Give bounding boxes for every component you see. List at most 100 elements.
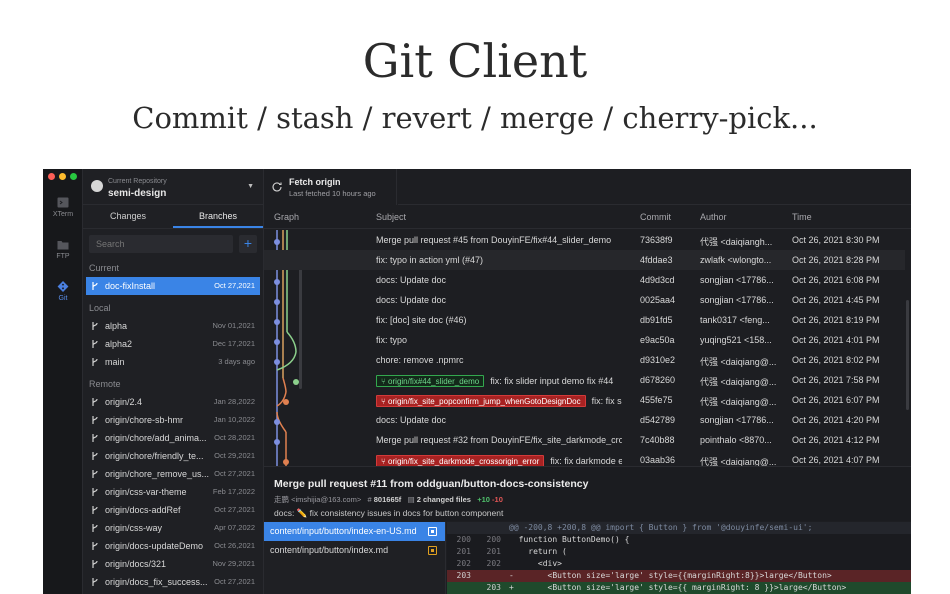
commit-subject: chore: remove .npmrc — [376, 355, 464, 365]
branch-name: origin/chore-sb-hmr — [105, 415, 184, 425]
diff-line: 203 + <Button size='large' style={{ margi… — [447, 582, 911, 594]
commit-hash: d9310e2 — [640, 355, 676, 365]
repository-selector[interactable]: Current Repository semi-design ▼ — [83, 169, 263, 205]
commit-row[interactable]: Merge pull request #45 from DouyinFE/fix… — [264, 230, 905, 250]
branch-tag[interactable]: ⑂ origin/fix_site_darkmode_crossorigin_e… — [376, 455, 545, 466]
window-controls — [48, 173, 77, 180]
commit-time: Oct 26, 2021 7:58 PM — [792, 375, 880, 385]
branch-icon — [92, 470, 98, 478]
branch-name: alpha — [105, 321, 128, 331]
branch-icon — [92, 578, 98, 586]
diff-text: + <Button size='large' style={{ marginRi… — [509, 583, 847, 592]
tab-branches[interactable]: Branches — [173, 205, 263, 228]
commit-author: songjian <17786... — [700, 275, 774, 285]
branch-item[interactable]: origin/docs-updateDemo Oct 26,2021 — [83, 537, 263, 555]
additions-count: +10 — [477, 495, 490, 504]
branch-item[interactable]: origin/docs-addRef Oct 27,2021 — [83, 501, 263, 519]
rail-item-git[interactable]: Git — [43, 281, 83, 302]
rail-item-ftp[interactable]: FTP — [43, 239, 83, 260]
commit-row[interactable]: ⑂ origin/fix_site_popconfirm_jump_whenGo… — [264, 390, 905, 410]
commit-list: Merge pull request #45 from DouyinFE/fix… — [264, 230, 911, 466]
changed-files-list: content/input/button/index-en-US.md cont… — [264, 522, 446, 594]
file-item[interactable]: content/input/button/index.md — [264, 541, 445, 560]
branch-item[interactable]: origin/chore_remove_us... Oct 27,2021 — [83, 465, 263, 483]
branch-icon — [92, 560, 98, 568]
commit-title: Merge pull request #11 from oddguan/butt… — [274, 478, 589, 490]
branch-item[interactable]: origin/css-way Apr 07,2022 — [83, 519, 263, 537]
branch-icon — [92, 524, 98, 532]
modified-icon — [428, 546, 437, 555]
commit-row[interactable]: fix: typo e9ac50a yuqing521 <158... Oct 26,… — [264, 330, 905, 350]
fetch-origin-button[interactable]: Fetch origin Last fetched 10 hours ago — [264, 169, 397, 205]
tab-changes[interactable]: Changes — [83, 205, 173, 228]
folder-icon — [57, 241, 69, 250]
branch-search-input[interactable] — [89, 235, 233, 253]
branch-item[interactable]: main 3 days ago — [83, 353, 263, 371]
branch-date: Oct 27,2021 — [214, 469, 255, 478]
minimize-window-button[interactable] — [59, 173, 66, 180]
commit-time: Oct 26, 2021 6:07 PM — [792, 395, 880, 405]
branch-item-current[interactable]: doc-fixInstall Oct 27,2021 — [86, 277, 260, 295]
commit-author: songjian <17786... — [700, 295, 774, 305]
diff-text: - <Button size='large' style={{marginRig… — [509, 571, 832, 580]
branch-icon — [92, 282, 98, 290]
commit-author: 代强 <daiqiang@... — [700, 357, 776, 367]
commit-row[interactable]: chore: remove .npmrc d9310e2 代强 <daiqiang@… — [264, 350, 905, 370]
branch-item[interactable]: origin/css-var-theme Feb 17,2022 — [83, 483, 263, 501]
commit-subject-cell: fix: typo — [376, 335, 622, 345]
diff-text: <div> — [509, 559, 562, 568]
branch-item[interactable]: origin/chore/add_anima... Oct 28,2021 — [83, 429, 263, 447]
zoom-window-button[interactable] — [70, 173, 77, 180]
commit-row[interactable]: docs: Update doc d542789 songjian <17786..… — [264, 410, 905, 430]
branch-item[interactable]: origin/chore-sb-hmr Jan 10,2022 — [83, 411, 263, 429]
branch-name: origin/2.4 — [105, 397, 143, 407]
commit-row[interactable]: ⑂ origin/fix_site_darkmode_crossorigin_e… — [264, 450, 905, 466]
hash-icon: # — [367, 495, 372, 504]
branch-tag-label: origin/fix_site_popconfirm_jump_whenGoto… — [388, 397, 581, 406]
commit-detail: Merge pull request #11 from oddguan/butt… — [264, 466, 911, 521]
commit-hash: 0025aa4 — [640, 295, 676, 305]
branch-item[interactable]: alpha2 Dec 17,2021 — [83, 335, 263, 353]
branch-tag[interactable]: ⑂ origin/fix_site_popconfirm_jump_whenGo… — [376, 395, 586, 407]
commit-row[interactable]: ⑂ origin/fix#44_slider_demo fix: fix slid… — [264, 370, 905, 390]
add-branch-button[interactable]: + — [239, 235, 257, 253]
branch-item[interactable]: origin/docs/321 Nov 29,2021 — [83, 555, 263, 573]
rail-label: Git — [58, 295, 68, 302]
new-line-number: 201 — [486, 547, 501, 556]
close-window-button[interactable] — [48, 173, 55, 180]
branch-date: Oct 28,2021 — [214, 433, 255, 442]
commit-row[interactable]: docs: Update doc 4d9d3cd songjian <17786..… — [264, 270, 905, 290]
modified-icon — [428, 527, 437, 536]
file-item[interactable]: content/input/button/index-en-US.md — [264, 522, 445, 541]
branch-item[interactable]: origin/docs_fix_success... Oct 27,2021 — [83, 573, 263, 591]
commit-row[interactable]: docs: Update doc 0025aa4 songjian <17786..… — [264, 290, 905, 310]
commit-subject-cell: ⑂ origin/fix_site_darkmode_crossorigin_e… — [376, 455, 622, 466]
commit-subject-cell: docs: Update doc — [376, 295, 622, 305]
branch-name: origin/docs-updateDemo — [105, 541, 204, 551]
branch-tag-label: origin/fix#44_slider_demo — [388, 377, 480, 386]
branch-icon: ⑂ — [381, 397, 386, 406]
commit-row[interactable]: fix: typo in action yml (#47) 4fddae3 zwla… — [264, 250, 905, 270]
commit-subject: docs: Update doc — [376, 415, 447, 425]
branch-tag[interactable]: ⑂ origin/fix#44_slider_demo — [376, 375, 485, 387]
commit-list-scrollbar[interactable] — [906, 300, 909, 410]
commit-row[interactable]: fix: [doc] site doc (#46) db91fd5 tank0317… — [264, 310, 905, 330]
branch-item[interactable]: alpha Nov 01,2021 — [83, 317, 263, 335]
diff-line: 203 - <Button size='large' style={{margin… — [447, 570, 911, 582]
commit-author: tank0317 <feng... — [700, 315, 770, 325]
branch-item[interactable]: origin/chore/friendly_te... Oct 29,2021 — [83, 447, 263, 465]
commit-author: 代强 <daiqiang@... — [700, 397, 776, 407]
branch-name: main — [105, 357, 125, 367]
branch-name: origin/css-var-theme — [105, 487, 187, 497]
commit-row[interactable]: Merge pull request #32 from DouyinFE/fix… — [264, 430, 905, 450]
branch-name: origin/chore/friendly_te... — [105, 451, 204, 461]
commit-subject: fix: fix slider input demo fix #44 — [490, 376, 614, 386]
branch-item[interactable]: origin/2.4 Jan 28,2022 — [83, 393, 263, 411]
commit-hash: 73638f9 — [640, 235, 673, 245]
branch-date: Oct 27,2021 — [214, 281, 255, 290]
branch-icon — [92, 506, 98, 514]
rail-item-xterm[interactable]: XTerm — [43, 197, 83, 218]
commit-subject: fix: fix si — [591, 396, 622, 406]
commit-subject-cell: ⑂ origin/fix#44_slider_demo fix: fix slid… — [376, 375, 622, 387]
rail-label: XTerm — [52, 211, 74, 218]
